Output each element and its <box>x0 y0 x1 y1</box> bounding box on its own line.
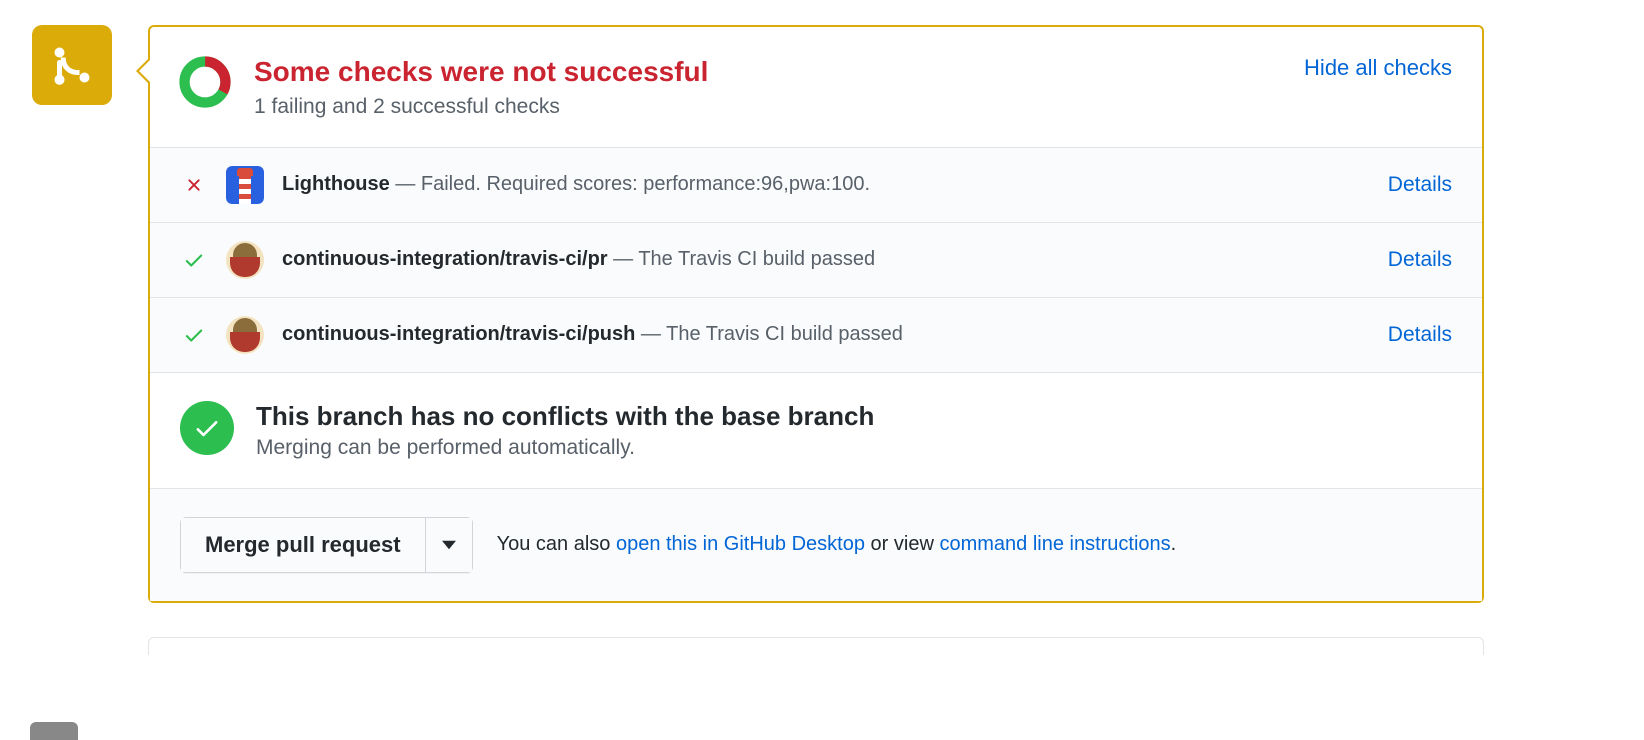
check-description: Lighthouse — Failed. Required scores: pe… <box>282 173 1370 196</box>
check-details-link[interactable]: Details <box>1388 248 1452 272</box>
check-icon <box>180 324 208 346</box>
merge-status-panel: Some checks were not successful 1 failin… <box>148 25 1484 603</box>
check-details-link[interactable]: Details <box>1388 323 1452 347</box>
merge-hint-suffix: . <box>1171 533 1177 555</box>
cli-instructions-link[interactable]: command line instructions <box>939 533 1170 555</box>
toggle-checks-link[interactable]: Hide all checks <box>1304 55 1452 81</box>
check-row: continuous-integration/travis-ci/push — … <box>150 297 1482 372</box>
open-desktop-link[interactable]: open this in GitHub Desktop <box>616 533 865 555</box>
merge-button-group: Merge pull request <box>180 517 473 573</box>
conflict-subtitle: Merging can be performed automatically. <box>256 436 874 460</box>
check-row: Lighthouse — Failed. Required scores: pe… <box>150 147 1482 222</box>
merge-hint-mid: or view <box>865 533 939 555</box>
check-row: continuous-integration/travis-ci/pr — Th… <box>150 222 1482 297</box>
status-donut-icon <box>178 55 232 109</box>
next-comment-avatar-stub <box>30 722 78 740</box>
check-description: continuous-integration/travis-ci/pr — Th… <box>282 248 1370 271</box>
check-name: Lighthouse <box>282 173 390 195</box>
check-name: continuous-integration/travis-ci/push <box>282 323 635 345</box>
check-icon <box>180 249 208 271</box>
next-comment-stub <box>148 637 1484 655</box>
check-name: continuous-integration/travis-ci/pr <box>282 248 608 270</box>
check-avatar <box>226 166 264 204</box>
git-merge-icon <box>52 45 92 85</box>
check-avatar <box>226 316 264 354</box>
merge-pull-request-button[interactable]: Merge pull request <box>180 517 426 573</box>
caret-down-icon <box>442 540 456 550</box>
timeline-merge-badge <box>32 25 112 105</box>
success-check-icon <box>180 401 234 455</box>
checks-title: Some checks were not successful <box>254 55 1282 89</box>
check-details-link[interactable]: Details <box>1388 173 1452 197</box>
checks-subtitle: 1 failing and 2 successful checks <box>254 95 1282 119</box>
merge-options-dropdown[interactable] <box>426 517 473 573</box>
x-icon <box>180 175 208 195</box>
conflict-status-section: This branch has no conflicts with the ba… <box>150 372 1482 488</box>
merge-hint-text: You can also open this in GitHub Desktop… <box>497 533 1177 556</box>
check-avatar <box>226 241 264 279</box>
checks-summary-header: Some checks were not successful 1 failin… <box>150 27 1482 147</box>
merge-hint-prefix: You can also <box>497 533 616 555</box>
check-description: continuous-integration/travis-ci/push — … <box>282 323 1370 346</box>
conflict-title: This branch has no conflicts with the ba… <box>256 401 874 432</box>
merge-action-row: Merge pull request You can also open thi… <box>150 488 1482 601</box>
